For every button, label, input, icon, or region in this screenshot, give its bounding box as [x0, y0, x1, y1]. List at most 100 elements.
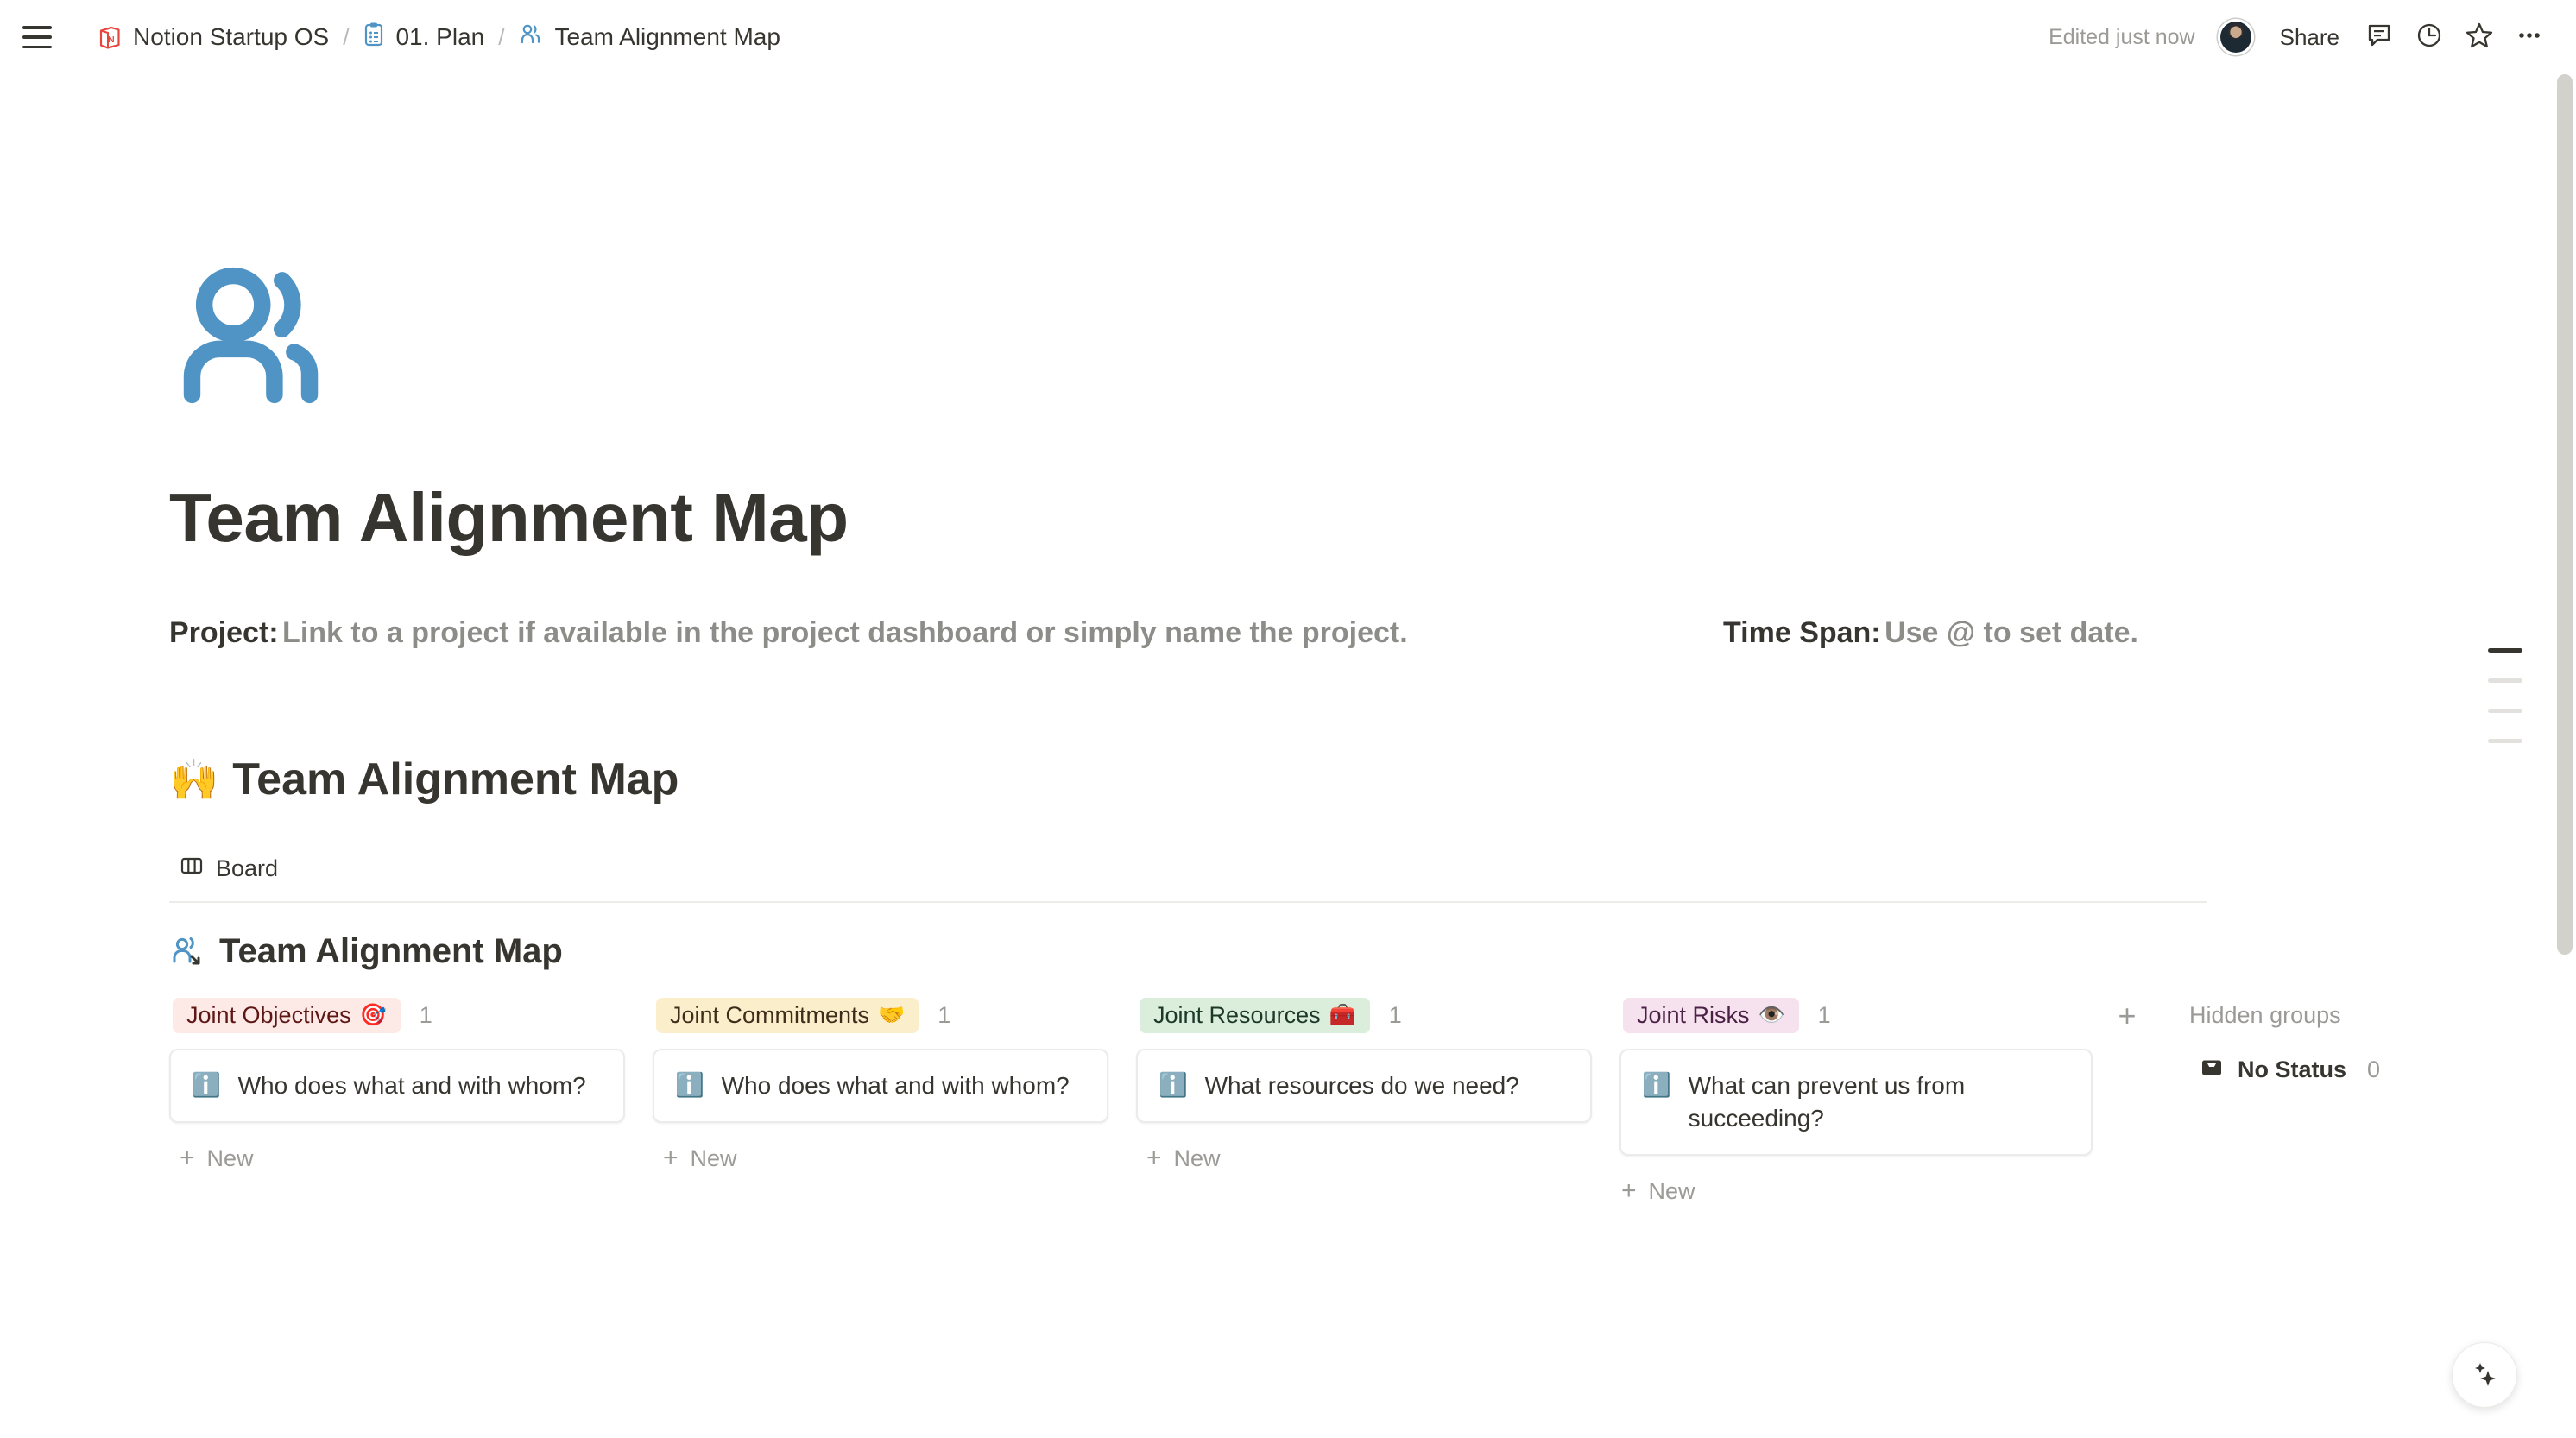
breadcrumb-item-plan[interactable]: 01. Plan — [354, 16, 493, 59]
new-card-label: New — [1174, 1145, 1221, 1172]
info-emoji-icon: ℹ️ — [192, 1069, 221, 1101]
breadcrumb-label-current-page: Team Alignment Map — [554, 23, 780, 51]
hamburger-menu-icon[interactable] — [22, 26, 52, 48]
breadcrumb-separator: / — [338, 24, 354, 51]
more-horizontal-icon — [2516, 22, 2543, 54]
history-clock-icon — [2415, 22, 2443, 54]
people-icon — [518, 22, 544, 54]
board-card[interactable]: ℹ️ What can prevent us from succeeding? — [1619, 1049, 2093, 1156]
plus-icon: + — [663, 1145, 679, 1171]
eye-emoji-icon: 👁️ — [1758, 1003, 1785, 1028]
toc-dash[interactable] — [2488, 678, 2522, 683]
page-history-button[interactable] — [2407, 15, 2452, 60]
status-tag-label: Joint Commitments — [670, 1002, 869, 1029]
board-column-header: Joint Risks 👁️ 1 — [1619, 995, 2075, 1035]
add-group-button[interactable]: + — [2103, 992, 2151, 1040]
timespan-meta: Time Span: Use @ to set date. — [1723, 616, 2138, 650]
new-card-button[interactable]: + New — [169, 1135, 625, 1183]
handshake-emoji-icon: 🤝 — [878, 1003, 905, 1028]
toc-dash[interactable] — [2488, 739, 2522, 743]
favorite-button[interactable] — [2457, 15, 2502, 60]
page-title[interactable]: Team Alignment Map — [169, 483, 2576, 552]
board-card-title: What can prevent us from succeeding? — [1689, 1069, 2051, 1135]
new-card-label: New — [691, 1145, 737, 1172]
svg-text:N: N — [108, 35, 114, 45]
toc-dash-active[interactable] — [2488, 648, 2522, 653]
comment-icon — [2365, 22, 2393, 54]
raising-hands-emoji-icon: 🙌 — [169, 760, 218, 799]
new-card-button[interactable]: + New — [1136, 1135, 1592, 1183]
hidden-groups-panel: Hidden groups No Status 0 — [2189, 995, 2390, 1091]
notion-startup-os-icon: N — [97, 24, 123, 50]
people-link-icon — [169, 934, 205, 970]
status-tag-label: Joint Resources — [1153, 1002, 1321, 1029]
more-options-button[interactable] — [2507, 15, 2552, 60]
breadcrumb-label-workspace: Notion Startup OS — [133, 23, 329, 51]
plus-icon: + — [1621, 1178, 1637, 1204]
breadcrumb-separator-2: / — [493, 24, 509, 51]
status-tag-joint-commitments[interactable]: Joint Commitments 🤝 — [656, 998, 919, 1033]
top-bar-actions: Edited just now Share — [2038, 15, 2576, 60]
board-card[interactable]: ℹ️ Who does what and with whom? — [653, 1049, 1108, 1123]
page-icon-people-icon[interactable] — [169, 247, 352, 430]
star-icon — [2465, 21, 2494, 54]
page-meta-row: Project: Link to a project if available … — [169, 616, 2576, 650]
tab-board-label: Board — [216, 855, 278, 882]
breadcrumb-item-current-page[interactable]: Team Alignment Map — [509, 16, 788, 59]
avatar-user-1[interactable] — [2218, 19, 2254, 55]
inbox-icon — [2200, 1056, 2224, 1084]
new-card-button[interactable]: + New — [653, 1135, 1108, 1183]
page-body: Team Alignment Map Project: Link to a pr… — [0, 74, 2576, 1438]
clipboard-icon — [363, 22, 385, 54]
edited-status[interactable]: Edited just now — [2038, 18, 2206, 57]
info-emoji-icon: ℹ️ — [1159, 1069, 1188, 1101]
plus-icon: + — [1146, 1145, 1162, 1171]
timespan-value[interactable]: Use @ to set date. — [1885, 616, 2138, 649]
toolbox-emoji-icon: 🧰 — [1329, 1003, 1356, 1028]
hidden-group-name: No Status — [2238, 1056, 2346, 1083]
status-tag-joint-resources[interactable]: Joint Resources 🧰 — [1140, 998, 1370, 1033]
status-tag-joint-risks[interactable]: Joint Risks 👁️ — [1623, 998, 1799, 1033]
project-value[interactable]: Link to a project if available in the pr… — [282, 616, 1408, 649]
project-label: Project: — [169, 616, 279, 649]
plus-icon: + — [2118, 998, 2136, 1034]
board-column-header: Joint Resources 🧰 1 — [1136, 995, 1592, 1035]
vertical-scrollbar-thumb[interactable] — [2557, 74, 2573, 955]
share-button[interactable]: Share — [2268, 16, 2352, 59]
database-view-tabs: Board — [169, 848, 2207, 903]
ai-assistant-button[interactable] — [2452, 1342, 2517, 1408]
tab-board[interactable]: Board — [169, 848, 288, 889]
board-column-count: 1 — [1389, 1002, 1402, 1029]
hidden-group-item-no-status[interactable]: No Status 0 — [2189, 1049, 2390, 1091]
database-heading: 🙌 Team Alignment Map — [169, 754, 2576, 805]
new-card-label: New — [1649, 1178, 1695, 1205]
collaborator-avatars — [2218, 19, 2254, 55]
project-meta: Project: Link to a project if available … — [169, 616, 1723, 650]
database-title[interactable]: Team Alignment Map — [219, 932, 563, 971]
hidden-groups-label: Hidden groups — [2189, 995, 2390, 1035]
comments-button[interactable] — [2357, 15, 2402, 60]
hidden-group-count: 0 — [2367, 1056, 2380, 1083]
board-column-joint-risks: Joint Risks 👁️ 1 ℹ️ What can prevent us … — [1619, 995, 2103, 1215]
database-title-row: Team Alignment Map — [169, 932, 2576, 971]
new-card-button[interactable]: + New — [1611, 1168, 2075, 1215]
plus-icon: + — [180, 1145, 195, 1171]
breadcrumb-label-plan: 01. Plan — [395, 23, 484, 51]
breadcrumb-item-workspace[interactable]: N Notion Startup OS — [88, 18, 338, 56]
board-card[interactable]: ℹ️ What resources do we need? — [1136, 1049, 1592, 1123]
status-tag-joint-objectives[interactable]: Joint Objectives 🎯 — [173, 998, 401, 1033]
board-column-joint-objectives: Joint Objectives 🎯 1 ℹ️ Who does what an… — [169, 995, 653, 1183]
status-tag-label: Joint Objectives — [186, 1002, 351, 1029]
page-content: Team Alignment Map Project: Link to a pr… — [0, 74, 2576, 1215]
board-column-joint-resources: Joint Resources 🧰 1 ℹ️ What resources do… — [1136, 995, 1619, 1183]
timespan-label: Time Span: — [1723, 616, 1881, 649]
ai-sparkle-icon — [2467, 1356, 2502, 1395]
board-card[interactable]: ℹ️ Who does what and with whom? — [169, 1049, 625, 1123]
toc-dash[interactable] — [2488, 709, 2522, 713]
target-emoji-icon: 🎯 — [360, 1003, 387, 1028]
board-card-title: Who does what and with whom? — [238, 1069, 586, 1102]
table-of-contents-minimap — [2488, 648, 2522, 743]
board-column-count: 1 — [1818, 1002, 1831, 1029]
board-column-count: 1 — [938, 1002, 950, 1029]
info-emoji-icon: ℹ️ — [675, 1069, 704, 1101]
